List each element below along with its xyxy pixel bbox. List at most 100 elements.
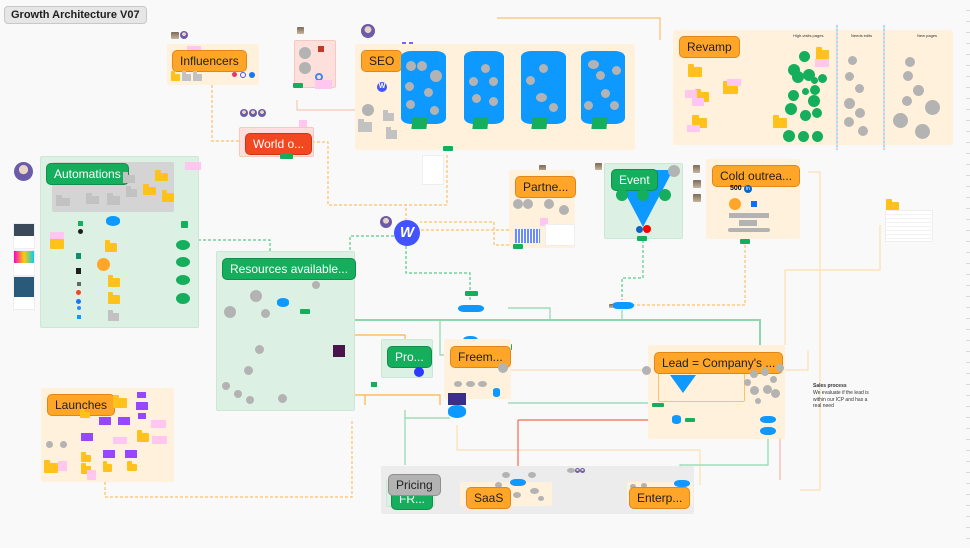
- step: [728, 228, 770, 232]
- sticky-note: [58, 461, 67, 471]
- node: [913, 85, 924, 96]
- video-thumbnail[interactable]: [13, 250, 35, 276]
- node: [46, 441, 53, 448]
- node: [176, 257, 190, 267]
- avatar: [258, 109, 266, 117]
- folder-icon: [56, 195, 70, 206]
- database: [277, 298, 289, 307]
- folder-icon: [126, 186, 137, 197]
- linkedin-icon: in: [744, 185, 752, 193]
- node: [405, 82, 414, 91]
- node: [478, 381, 487, 387]
- database: [448, 405, 466, 418]
- product-label[interactable]: Pro...: [387, 346, 432, 368]
- cold-outreach-label[interactable]: Cold outrea...: [712, 165, 801, 187]
- node: [489, 77, 498, 86]
- influencers-label[interactable]: Influencers: [172, 50, 247, 72]
- node: [610, 101, 619, 110]
- seo-database-2[interactable]: [464, 51, 504, 124]
- threads-icon: [240, 72, 246, 78]
- node: [858, 126, 868, 136]
- node: [744, 379, 751, 386]
- node: [729, 198, 741, 210]
- node: [818, 74, 827, 83]
- database[interactable]: [612, 302, 634, 309]
- node: [255, 345, 264, 354]
- app-icon: [371, 382, 377, 387]
- node: [902, 96, 912, 106]
- folder-icon: [108, 275, 120, 287]
- sticky-note: [152, 436, 167, 444]
- status-tag: [513, 244, 523, 249]
- pricing-label[interactable]: Pricing: [388, 474, 441, 496]
- webflow-hub-icon[interactable]: W: [394, 220, 420, 246]
- automations-label[interactable]: Automations: [46, 163, 129, 185]
- app-icon: [77, 315, 81, 319]
- event-label[interactable]: Event: [611, 169, 658, 191]
- folder-icon: [127, 461, 137, 471]
- cloudflare-icon: [448, 393, 466, 405]
- world-label[interactable]: World o...: [245, 133, 313, 155]
- column-divider: [883, 25, 885, 150]
- sticky-note: [113, 437, 127, 444]
- board-title[interactable]: Growth Architecture V07: [4, 6, 147, 24]
- node: [800, 110, 811, 121]
- seo-database-3[interactable]: [521, 51, 566, 124]
- partners-label[interactable]: Partne...: [515, 176, 577, 198]
- lead-funnel: [670, 375, 696, 393]
- node: [244, 366, 253, 375]
- folder-icon: [123, 172, 135, 183]
- column-divider: [836, 25, 838, 150]
- folder-icon: [162, 190, 174, 202]
- app-icon: [76, 290, 81, 295]
- seo-label[interactable]: SEO: [361, 50, 403, 72]
- avatar: [380, 216, 392, 228]
- node: [601, 89, 610, 98]
- database: [106, 216, 120, 226]
- enterprise-label[interactable]: Enterp...: [629, 487, 691, 509]
- sales-process-note: Sales process We evaluate if the lead is…: [813, 383, 873, 410]
- sticky-note: [692, 98, 704, 106]
- node: [845, 72, 854, 81]
- node: [755, 398, 761, 404]
- app-icon: [318, 46, 324, 52]
- node: [549, 103, 558, 112]
- node: [808, 95, 820, 107]
- video-thumbnail[interactable]: [13, 223, 35, 249]
- node: [536, 93, 547, 102]
- database[interactable]: [458, 305, 484, 312]
- database: [672, 415, 681, 424]
- node: [844, 117, 854, 127]
- folder-icon: [50, 236, 64, 249]
- canvas-scrollbar[interactable]: [966, 0, 970, 548]
- task-card: [138, 413, 146, 419]
- node: [502, 472, 510, 478]
- node: [855, 108, 865, 118]
- app-icon: [78, 229, 83, 234]
- doc-card: [411, 117, 428, 129]
- database: [674, 480, 690, 487]
- status-tag: [443, 146, 453, 151]
- resources-label[interactable]: Resources available...: [222, 258, 357, 280]
- slack-icon: [333, 345, 345, 357]
- node: [905, 57, 915, 67]
- node: [668, 165, 680, 177]
- table-doc[interactable]: [885, 210, 933, 242]
- folder-icon: [143, 184, 156, 195]
- node: [299, 62, 311, 74]
- node: [903, 71, 913, 81]
- revamp-label[interactable]: Revamp: [679, 36, 740, 58]
- node: [430, 70, 442, 82]
- node: [810, 85, 820, 95]
- node: [472, 94, 481, 103]
- doc-card: [531, 117, 548, 129]
- step: [739, 220, 757, 226]
- video-thumbnail[interactable]: [13, 276, 35, 310]
- sticky-note: [299, 120, 307, 127]
- node: [771, 389, 780, 398]
- status-tag: [685, 418, 695, 422]
- sticky-note: [151, 420, 166, 428]
- avatar: [297, 27, 304, 34]
- saas-label[interactable]: SaaS: [466, 487, 512, 509]
- node: [424, 88, 433, 97]
